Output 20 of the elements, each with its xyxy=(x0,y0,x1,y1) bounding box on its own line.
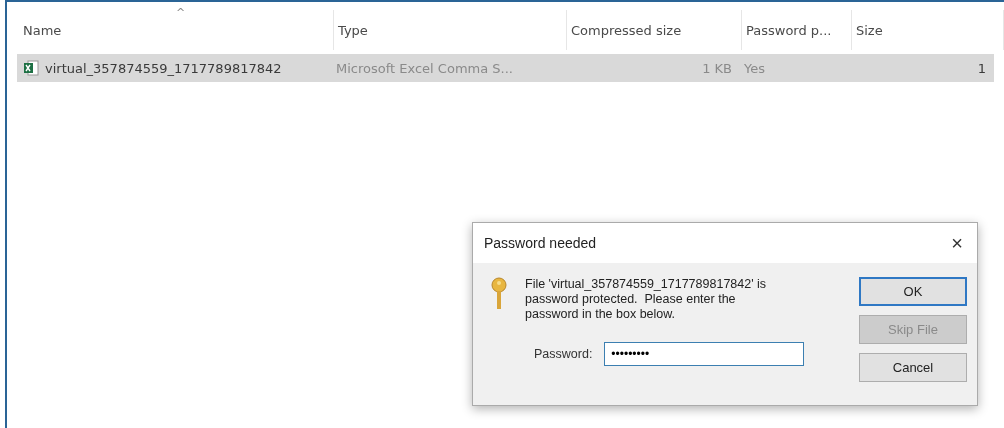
table-cell-text: Yes xyxy=(743,60,766,76)
key-icon xyxy=(491,277,507,311)
table-cell-text: 1 KB xyxy=(701,60,733,76)
column-header[interactable]: Size xyxy=(852,10,1004,50)
column-header[interactable]: Name ^ xyxy=(19,10,334,50)
close-button[interactable]: × xyxy=(947,231,967,255)
field-label: Password: xyxy=(534,347,593,361)
dialog-button[interactable]: Cancel xyxy=(859,353,967,382)
file-row[interactable]: virtual_357874559_1717789817842 Microsoft Excel Comma S... 1 KB Yes 1 xyxy=(17,54,994,82)
column-header[interactable]: Compressed size xyxy=(567,10,742,50)
table-cell-text: Microsoft Excel Comma S... xyxy=(335,60,514,76)
password-field[interactable]: ••••••••• xyxy=(604,342,805,366)
spreadsheet-file-icon xyxy=(23,60,39,76)
column-header[interactable]: Type xyxy=(334,10,567,50)
table-cell-text: 1 xyxy=(976,60,987,76)
dialog-button[interactable]: OK xyxy=(859,277,967,306)
column-header[interactable]: Password p... xyxy=(742,10,852,50)
message-text: File 'virtual_357874559_1717789817842' is password protected. Please enter the password in the box below. xyxy=(525,277,768,322)
dialog-title: Password needed xyxy=(484,235,597,251)
table-cell: virtual_357874559_1717789817842 xyxy=(45,60,282,76)
